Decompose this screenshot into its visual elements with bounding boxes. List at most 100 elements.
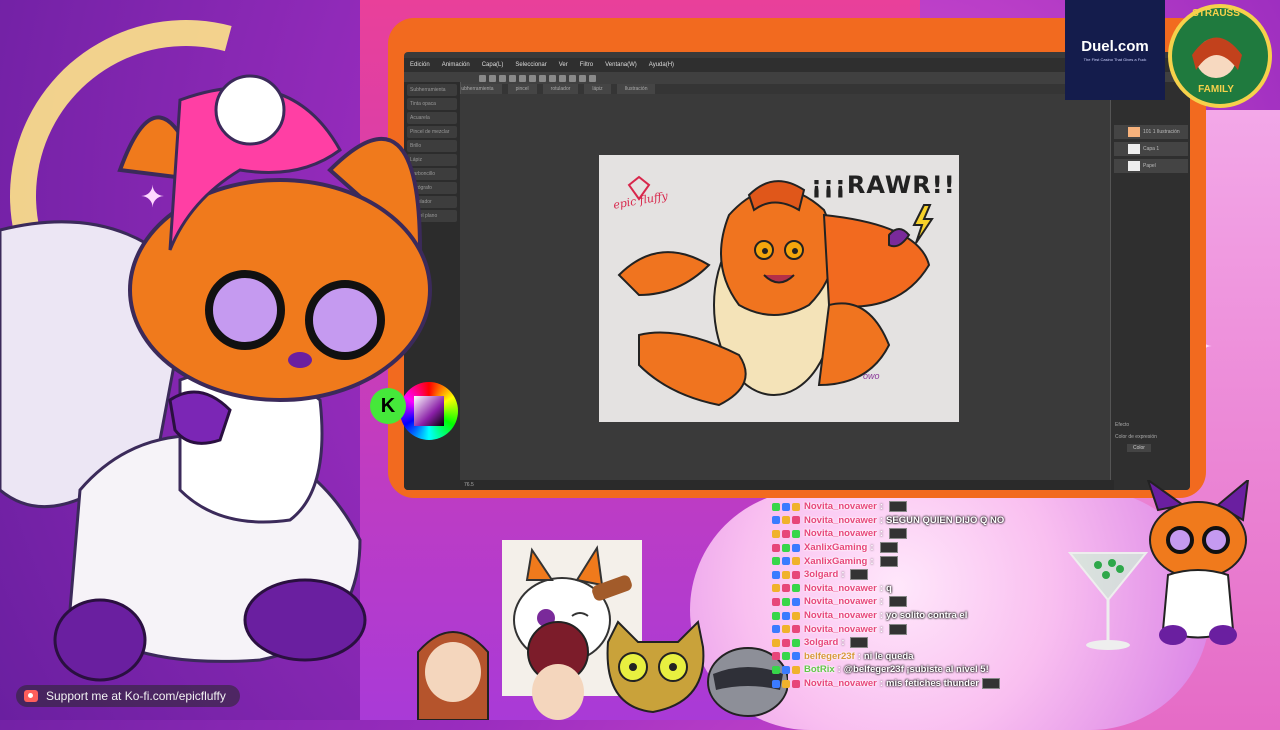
chat-username[interactable]: 3olgard [804, 569, 838, 580]
badge-character-icon [1192, 37, 1242, 78]
chat-separator: : [857, 650, 861, 662]
user-badge-icon [792, 611, 800, 620]
chat-separator: : [879, 514, 884, 526]
menu-item[interactable]: Filtro [580, 58, 593, 72]
user-badge-icon [792, 502, 800, 511]
artwork-canvas: ¡¡¡RAWR!!! epic fluffy owo [599, 155, 959, 422]
user-badge-icon [772, 557, 780, 566]
chat-username[interactable]: 3olgard [804, 637, 838, 648]
user-badge-icon [792, 570, 800, 579]
user-badge-icon [772, 570, 780, 579]
user-badge-icon [782, 665, 790, 674]
user-badge-icon [782, 570, 790, 579]
chat-badges [772, 570, 800, 579]
chat-badges [772, 625, 800, 634]
user-badge-icon [782, 502, 790, 511]
emote-icon [889, 501, 908, 513]
chat-username[interactable]: Novita_novawer [804, 528, 877, 539]
menu-item[interactable]: Capa(L) [482, 58, 504, 72]
chat-username[interactable]: belfeger23f [804, 651, 855, 662]
tab[interactable]: Ilustración [616, 84, 656, 94]
user-badge-icon [782, 652, 790, 661]
chat-separator: : [841, 569, 845, 581]
layer-name: Capa 1 [1143, 146, 1160, 152]
chat-text: q [886, 582, 892, 594]
tab[interactable]: rotulador [542, 84, 579, 94]
chat-username[interactable]: Novita_novawer [804, 610, 877, 621]
user-badge-icon [792, 679, 800, 688]
kofi-support-banner[interactable]: Support me at Ko-fi.com/epicfluffy [16, 685, 240, 707]
user-badge-icon [772, 516, 780, 525]
layer-row[interactable]: Papel [1114, 159, 1188, 173]
chat-username[interactable]: XanlixGaming [804, 556, 867, 567]
chat-separator: : [879, 596, 884, 608]
user-badge-icon [772, 625, 780, 634]
badge-text-bottom: FAMILY [1198, 84, 1234, 95]
chat-badges [772, 502, 800, 511]
emote-icon [889, 596, 908, 608]
save-icon[interactable] [499, 74, 506, 82]
kofi-text: Support me at Ko-fi.com/epicfluffy [46, 689, 226, 703]
chat-message: XanlixGaming: [772, 554, 1152, 568]
chat-badges [772, 652, 800, 661]
chat-text: mis fetiches thunder [886, 678, 979, 690]
new-icon[interactable] [479, 74, 486, 82]
user-badge-icon [772, 543, 780, 552]
sponsor-tagline: The First Casino That Gives a Fuck [1083, 57, 1147, 62]
chat-username[interactable]: Novita_novawer [804, 624, 877, 635]
open-icon[interactable] [489, 74, 496, 82]
chat-badges [772, 543, 800, 552]
artwork-owo-text: owo [863, 371, 880, 381]
ruler-icon[interactable] [569, 74, 576, 82]
transform-icon[interactable] [539, 74, 546, 82]
emote-icon [879, 555, 898, 567]
fill-icon[interactable] [559, 74, 566, 82]
tab[interactable]: lápiz [584, 84, 611, 94]
user-badge-icon [782, 584, 790, 593]
chat-separator: : [879, 501, 884, 513]
chat-username[interactable]: Novita_novawer [804, 596, 877, 607]
clear-icon[interactable] [529, 74, 536, 82]
user-badge-icon [792, 638, 800, 647]
chat-username[interactable]: Novita_novawer [804, 515, 877, 526]
chat-username[interactable]: Novita_novawer [804, 678, 877, 689]
select-icon[interactable] [549, 74, 556, 82]
color-mode-select[interactable]: Color [1127, 444, 1151, 452]
chat-username[interactable]: Novita_novawer [804, 583, 877, 594]
sponsor-panel[interactable]: Duel.com The First Casino That Gives a F… [1065, 0, 1165, 100]
chat-separator: : [841, 637, 845, 649]
status-bar: 76.5 [460, 480, 1114, 490]
undo-icon[interactable] [509, 74, 516, 82]
user-badge-icon [792, 597, 800, 606]
user-badge-icon [792, 625, 800, 634]
grid-icon[interactable] [579, 74, 586, 82]
flip-icon[interactable] [589, 74, 596, 82]
chat-badges [772, 516, 800, 525]
user-badge-icon [772, 611, 780, 620]
tab[interactable]: pincel [507, 84, 537, 94]
emote-icon [850, 569, 869, 581]
menu-item[interactable]: Seleccionar [515, 58, 546, 72]
user-badge-icon [792, 529, 800, 538]
chat-message: 3olgard: [772, 636, 1152, 650]
emote-icon [850, 637, 869, 649]
chat-text: SEGUN QUIEN DIJO Q NO [886, 514, 1005, 526]
menu-item[interactable]: Ayuda(H) [649, 58, 674, 72]
friend-avatar-tabby-cat [606, 619, 705, 714]
user-badge-icon [782, 597, 790, 606]
user-badge-icon [792, 665, 800, 674]
user-badge-icon [792, 543, 800, 552]
chat-message: 3olgard: [772, 568, 1152, 582]
user-badge-icon [772, 584, 780, 593]
chat-username[interactable]: Novita_novawer [804, 501, 877, 512]
redo-icon[interactable] [519, 74, 526, 82]
user-badge-icon [792, 557, 800, 566]
color-picker-square[interactable] [414, 396, 444, 426]
user-badge-icon [772, 652, 780, 661]
menu-item[interactable]: Ver [559, 58, 568, 72]
menu-item[interactable]: Ventana(W) [605, 58, 637, 72]
chat-username[interactable]: XanlixGaming [804, 542, 867, 553]
user-badge-icon [782, 625, 790, 634]
chat-badges [772, 584, 800, 593]
chat-username[interactable]: BotRix [804, 664, 835, 675]
